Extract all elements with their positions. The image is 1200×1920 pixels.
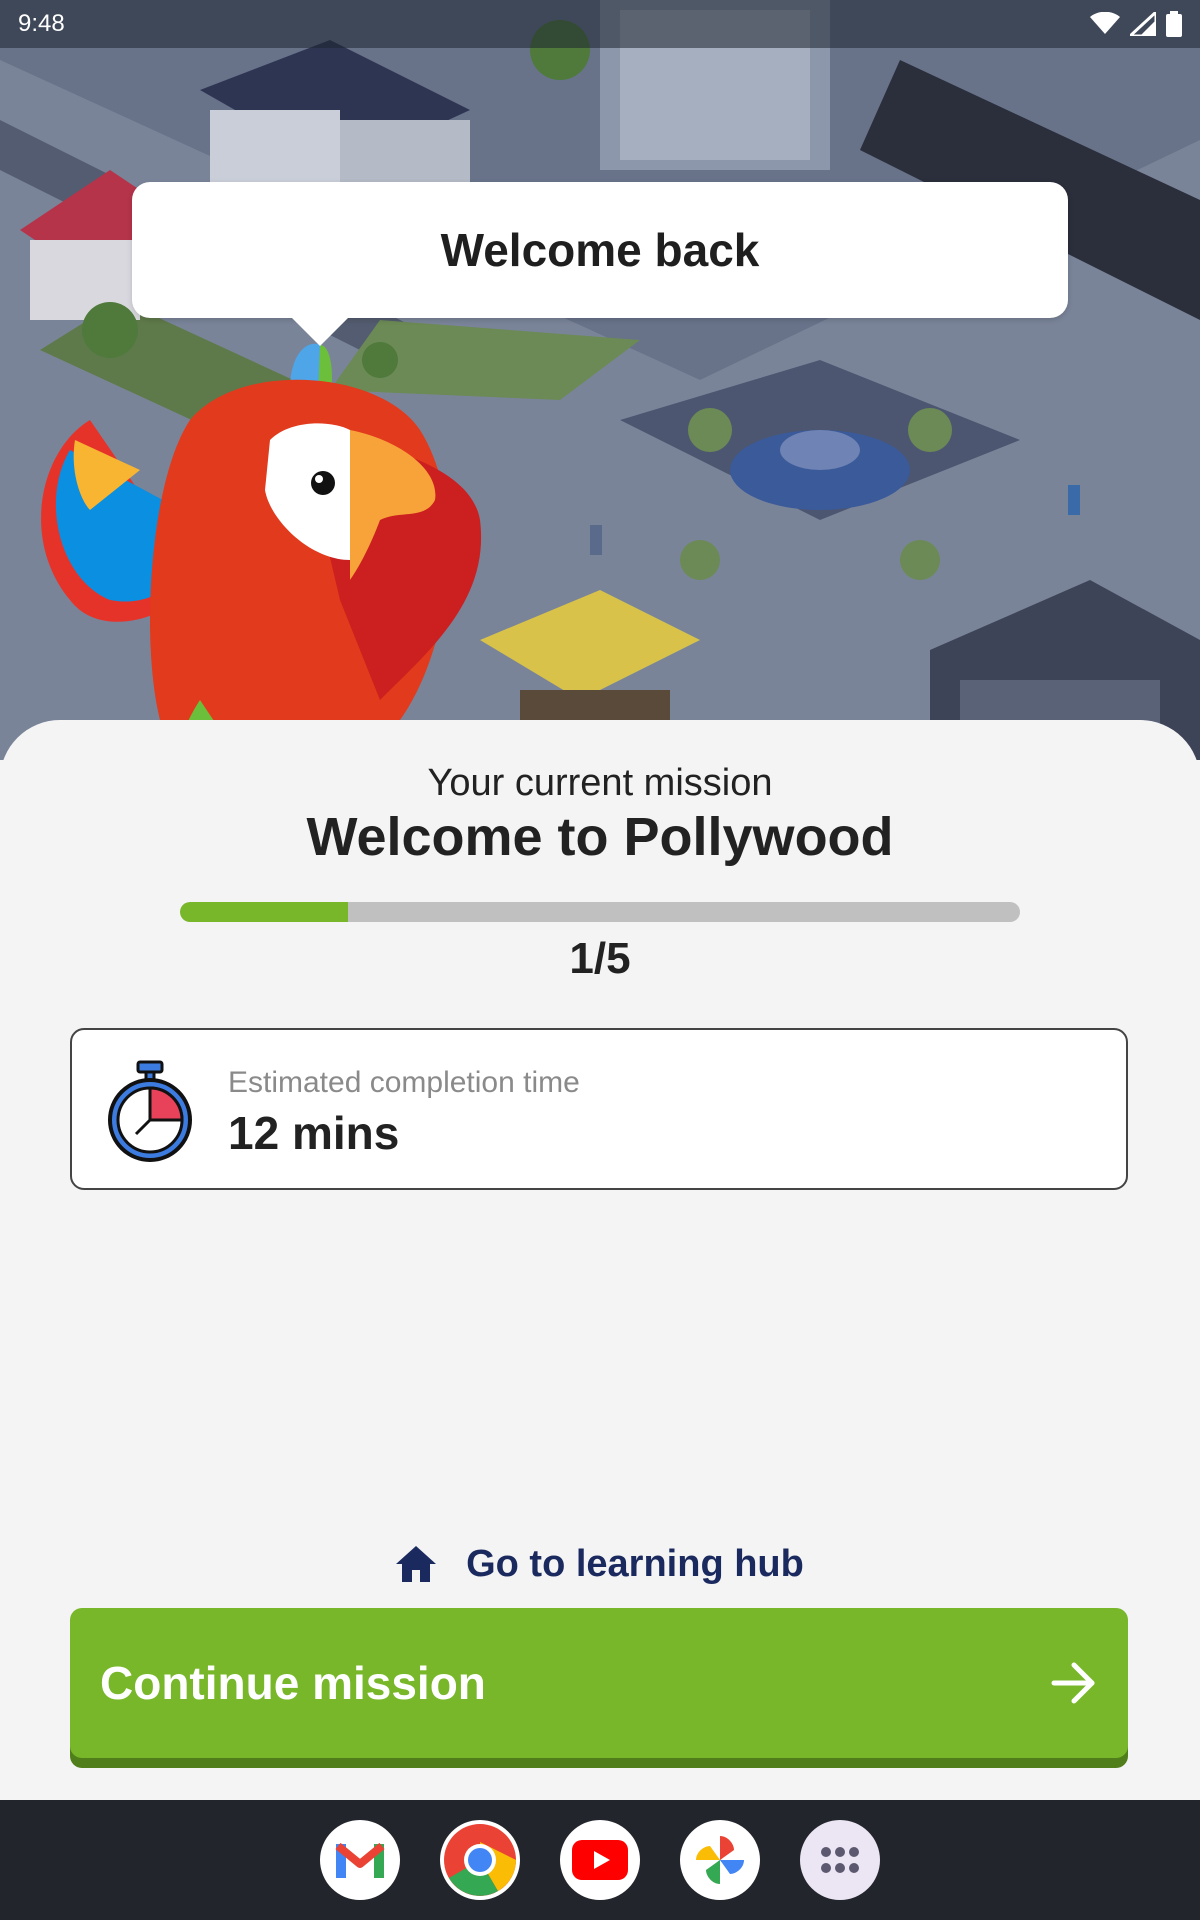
battery-icon xyxy=(1166,11,1182,37)
welcome-bubble: Welcome back xyxy=(132,182,1068,318)
stopwatch-icon xyxy=(108,1060,192,1162)
photos-app[interactable] xyxy=(680,1820,760,1900)
gmail-app[interactable] xyxy=(320,1820,400,1900)
signal-icon xyxy=(1130,12,1156,36)
welcome-text: Welcome back xyxy=(440,224,760,276)
arrow-right-icon xyxy=(1051,1662,1095,1704)
status-icons xyxy=(1090,11,1182,37)
mission-progress-fill xyxy=(180,902,348,922)
learning-hub-link[interactable]: Go to learning hub xyxy=(0,1536,1200,1592)
photos-icon xyxy=(696,1836,744,1884)
app-drawer-icon xyxy=(821,1847,859,1873)
learning-hub-label: Go to learning hub xyxy=(466,1542,804,1585)
city-scene-illustration xyxy=(0,0,1200,760)
mission-title: Welcome to Pollywood xyxy=(306,807,894,867)
home-icon xyxy=(396,1546,437,1582)
chrome-app[interactable] xyxy=(440,1820,520,1900)
youtube-icon xyxy=(572,1840,628,1880)
chrome-icon xyxy=(444,1824,516,1896)
app-drawer[interactable] xyxy=(800,1820,880,1900)
mission-progress-text: 1/5 xyxy=(569,934,631,983)
status-time: 9:48 xyxy=(18,10,65,37)
status-bar: 9:48 xyxy=(0,0,1200,48)
gmail-icon xyxy=(335,1842,385,1878)
estimated-time-label: Estimated completion time xyxy=(228,1066,580,1099)
mission-label: Your current mission xyxy=(427,762,773,804)
estimated-time-box: Estimated completion time 12 mins xyxy=(70,1028,1128,1190)
continue-mission-button[interactable]: Continue mission xyxy=(70,1608,1128,1758)
estimated-time-value: 12 mins xyxy=(228,1107,400,1159)
app-dock xyxy=(0,1800,1200,1920)
wifi-icon xyxy=(1090,12,1120,34)
bubble-tail xyxy=(290,316,350,346)
continue-mission-label: Continue mission xyxy=(100,1657,486,1709)
youtube-app[interactable] xyxy=(560,1820,640,1900)
mission-progress-bar xyxy=(180,902,1020,922)
